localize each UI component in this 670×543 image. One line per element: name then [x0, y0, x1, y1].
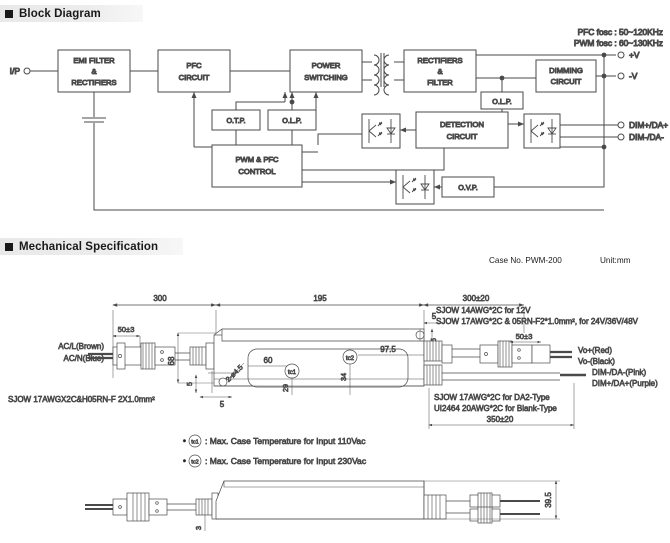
output-label-neg-v: -V: [629, 71, 638, 81]
block-olp1: O.L.P.: [282, 116, 301, 125]
dim-connector-a: 50±3: [118, 325, 135, 334]
tc1-marker-label: tc1: [288, 369, 297, 376]
label-dim-plus: DIM+/DA+(Purple): [592, 379, 658, 388]
mechanical-drawing-figure: 300 195 300±20 AC/L(Brown) AC/N(Blue) SJ…: [8, 294, 658, 531]
block-detection-line2: CIRCUIT: [447, 132, 478, 141]
label-out-wire-spec-1: SJOW 14AWG*2C for 12V: [436, 306, 531, 315]
block-otp: O.T.P.: [226, 116, 245, 125]
dim-body-height: 39.5: [544, 492, 553, 508]
label-dim-wire-spec-1: SJOW 17AWG*2C for DA2-Type: [434, 393, 550, 402]
block-diagram-section-header: Block Diagram: [0, 5, 143, 22]
block-dimming-line2: CIRCUIT: [551, 77, 582, 86]
transformer-icon: [373, 53, 390, 96]
block-pwm-pfc-line1: PWM & PFC: [235, 155, 279, 164]
block-emi-line2: &: [91, 67, 96, 76]
label-input-wire-spec: SJOW 17AWGX2C&H05RN-F 2X1.0mm²: [8, 395, 155, 404]
datasheet-page: Block Diagram PFC fosc : 50~120KHz PWM f…: [0, 0, 670, 543]
dim-input-cable-length: 300: [153, 294, 167, 303]
output-label-dim-plus: DIM+/DA+: [629, 120, 668, 130]
label-vo-plus: Vo+(Red): [578, 346, 612, 355]
block-diagram-figure: PFC fosc : 50~120KHz PWM fosc : 60~130KH…: [9, 27, 669, 211]
input-terminal-label: I/P: [10, 66, 21, 76]
footnote-text-1: : Max. Case Temperature for Input 110Vac: [205, 436, 366, 446]
block-power-switching-line2: SWITCHING: [304, 73, 348, 82]
bullet-square-icon: [5, 9, 13, 18]
mechanical-section-header: Mechanical Specification: [0, 238, 183, 255]
block-olp2: O.L.P.: [492, 97, 511, 106]
dim-body-length: 195: [313, 294, 327, 303]
pfc-fosc-note: PFC fosc : 50~120KHz: [578, 27, 663, 37]
dim-dim-cable-length: 350±20: [487, 415, 514, 424]
block-ovp: O.V.P.: [458, 183, 478, 192]
output-label-pos-v: +V: [629, 50, 640, 60]
block-rect-filter-line2: &: [437, 67, 442, 76]
dim-connector-b: 50±3: [516, 332, 533, 341]
block-pfc-line1: PFC: [186, 61, 202, 70]
footnote-mark-tc2: tc2: [191, 460, 198, 466]
dim-mount-pitch-97: 97.5: [380, 345, 396, 354]
block-rect-filter-line1: RECTIFIERS: [417, 56, 462, 65]
label-ac-l: AC/L(Brown): [58, 342, 104, 351]
block-power-switching-line1: POWER: [312, 61, 341, 70]
tc2-marker-label: tc2: [346, 355, 355, 362]
block-pwm-pfc-line2: CONTROL: [238, 167, 275, 176]
label-out-wire-spec-2: SJOW 17AWG*2C & 05RN-F2*1.0mm², for 24V/…: [436, 317, 639, 326]
block-rect-filter-line3: FILTER: [427, 78, 453, 87]
pwm-fosc-note: PWM fosc : 60~130KHz: [574, 38, 663, 48]
block-emi-line3: RECTIFIERS: [71, 78, 116, 87]
label-vo-minus: Vo-(Black): [578, 357, 615, 366]
block-emi-line1: EMI FILTER: [73, 56, 115, 65]
bullet-square-icon-2: [5, 242, 13, 251]
label-dim-wire-spec-2: UI2464 20AWG*2C for Blank-Type: [434, 404, 557, 413]
dim-mount-pitch-60: 60: [264, 356, 273, 365]
footnote-mark-tc1: tc1: [191, 440, 198, 446]
footnote-bullet-2: •: [183, 456, 186, 466]
case-number-label: Case No. PWM-200: [489, 256, 562, 265]
dim-output-cable-length: 300±20: [463, 294, 490, 303]
footnote-text-2: : Max. Case Temperature for Input 230Vac: [205, 456, 367, 466]
dim-screw-offset-left: 5: [220, 400, 225, 409]
mechanical-title: Mechanical Specification: [19, 240, 159, 253]
dim-mount-34: 34: [339, 373, 348, 381]
dim-screw-offset-left-v: 5: [187, 382, 194, 386]
block-dimming-line1: DIMMING: [549, 66, 583, 75]
block-pfc-line2: CIRCUIT: [179, 73, 210, 82]
dim-edge-3: 3: [194, 526, 203, 530]
block-diagram-title: Block Diagram: [19, 7, 101, 20]
unit-label: Unit:mm: [600, 256, 631, 265]
footnote-bullet-1: •: [183, 436, 186, 446]
block-detection-line1: DETECTION: [440, 120, 484, 129]
dim-body-width: 68: [167, 356, 176, 365]
dim-mount-29: 29: [281, 384, 290, 392]
output-label-dim-minus: DIM-/DA-: [629, 132, 664, 142]
label-dim-minus: DIM-/DA-(Pink): [592, 368, 647, 377]
